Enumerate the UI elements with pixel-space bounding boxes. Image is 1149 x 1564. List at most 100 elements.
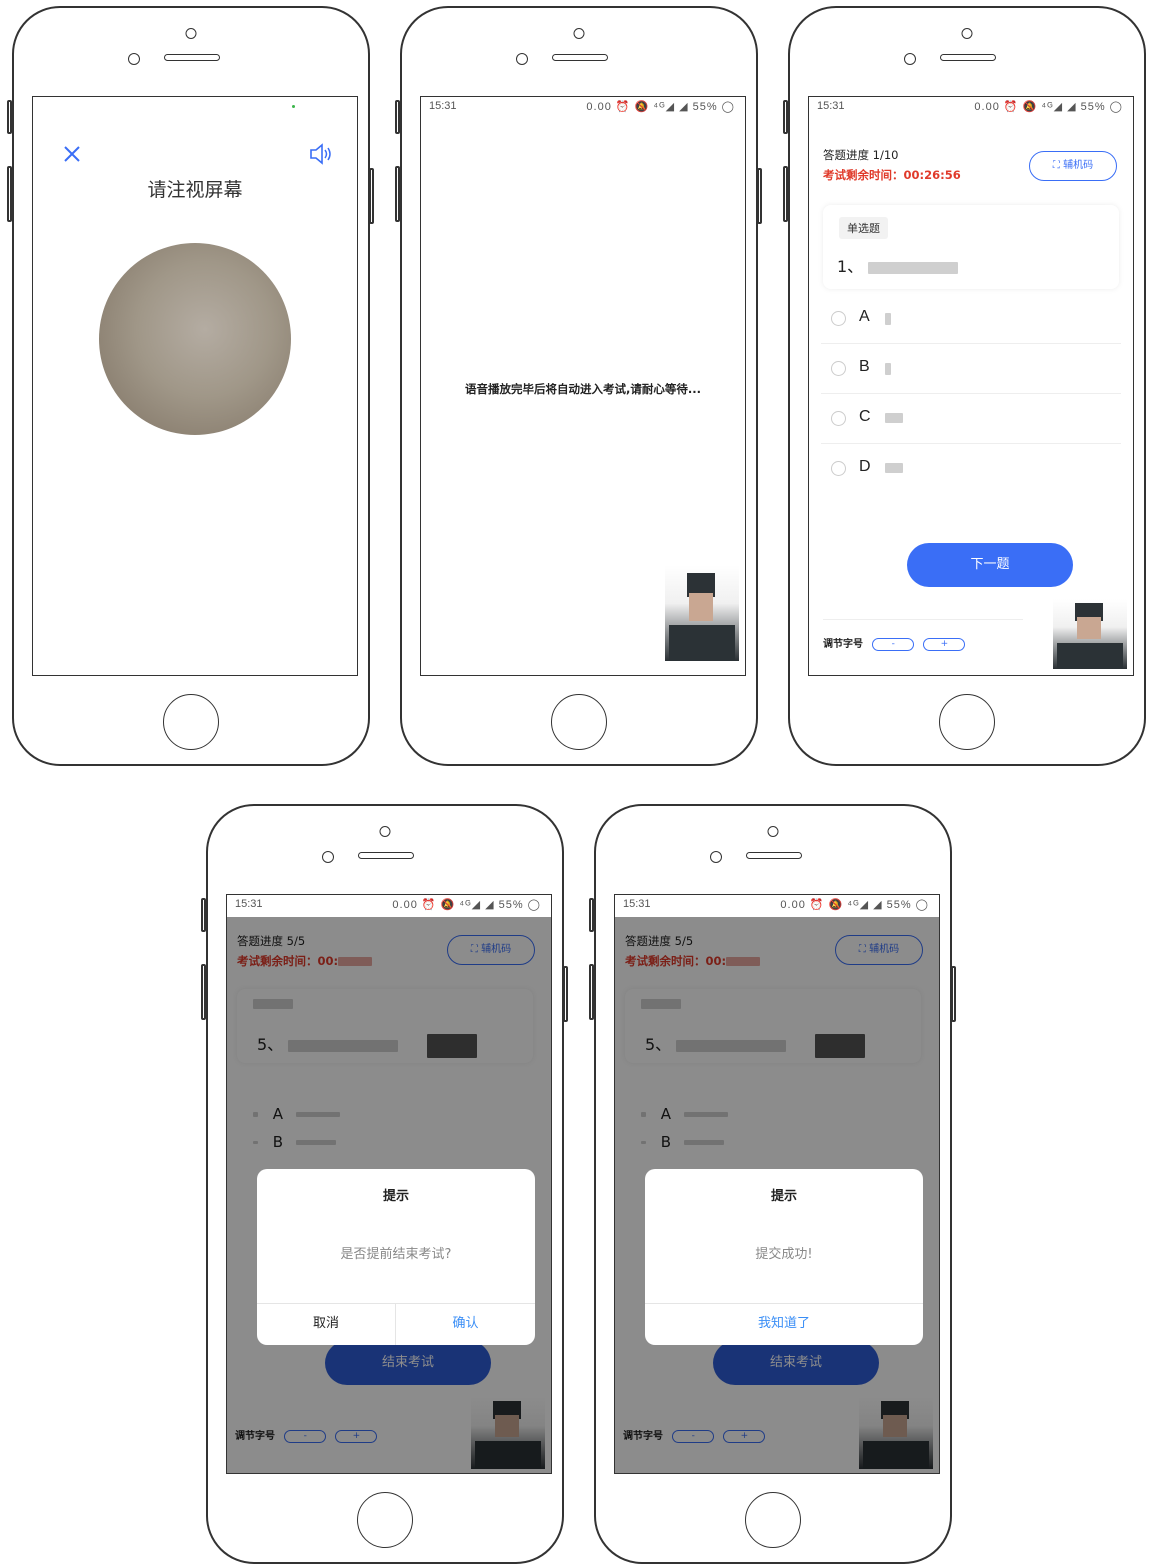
radio-icon[interactable] xyxy=(831,311,846,326)
status-bar: 15:31 0.00 ⏰ 🔕 ⁴ᴳ◢ ◢ 55% ◯ xyxy=(421,97,745,119)
font-size-label: 调节字号 xyxy=(823,639,863,650)
speaker-grille xyxy=(746,852,802,859)
webcam-thumbnail xyxy=(665,565,739,661)
status-bar: 15:31 0.00 ⏰ 🔕 ⁴ᴳ◢ ◢ 55% ◯ xyxy=(809,97,1133,119)
webcam-thumbnail xyxy=(1053,599,1127,669)
speaker-grille xyxy=(164,54,220,61)
speaker-grille xyxy=(358,852,414,859)
side-button xyxy=(395,100,400,134)
option-b[interactable]: B xyxy=(821,345,1121,394)
sensor-icon xyxy=(128,53,140,65)
home-button[interactable] xyxy=(745,1492,801,1548)
cancel-button[interactable]: 取消 xyxy=(257,1304,396,1345)
status-time: 15:31 xyxy=(429,100,457,112)
option-label: C xyxy=(859,408,871,425)
status-bar: 15:31 0.00 ⏰ 🔕 ⁴ᴳ◢ ◢ 55% ◯ xyxy=(227,895,551,917)
side-button xyxy=(589,964,594,1020)
option-label: A xyxy=(859,308,870,325)
status-time: 15:31 xyxy=(817,100,845,112)
phone-frame-1: 请注视屏幕 xyxy=(7,6,374,766)
screen-end-confirm: 15:31 0.00 ⏰ 🔕 ⁴ᴳ◢ ◢ 55% ◯ 答题进度 5/5 考试剩余… xyxy=(226,894,552,1474)
camera-preview xyxy=(99,243,291,435)
side-button xyxy=(7,166,12,222)
radio-icon[interactable] xyxy=(831,411,846,426)
question-text: 1、 xyxy=(837,253,959,277)
volume-icon[interactable] xyxy=(307,141,333,167)
sensor-icon xyxy=(516,53,528,65)
speaker-grille xyxy=(940,54,996,61)
dialog-message: 提交成功! xyxy=(755,1247,813,1262)
phone-frame-4: 15:31 0.00 ⏰ 🔕 ⁴ᴳ◢ ◢ 55% ◯ 答题进度 5/5 考试剩余… xyxy=(201,804,568,1564)
front-camera-icon xyxy=(767,826,779,837)
side-button xyxy=(757,168,762,224)
side-button xyxy=(201,898,206,932)
dialog-title: 提示 xyxy=(770,1189,797,1204)
option-label: D xyxy=(859,458,871,475)
question-number: 1、 xyxy=(837,257,864,276)
question-type-badge: 单选题 xyxy=(839,217,888,239)
status-icons: 0.00 ⏰ 🔕 ⁴ᴳ◢ ◢ 55% ◯ xyxy=(392,899,541,911)
side-button xyxy=(563,966,568,1022)
side-button xyxy=(951,966,956,1022)
side-button xyxy=(589,898,594,932)
dialog-buttons: 取消 确认 xyxy=(257,1303,535,1345)
status-icons: 0.00 ⏰ 🔕 ⁴ᴳ◢ ◢ 55% ◯ xyxy=(780,899,929,911)
side-button xyxy=(783,166,788,222)
sensor-icon xyxy=(904,53,916,65)
status-bar: 15:31 0.00 ⏰ 🔕 ⁴ᴳ◢ ◢ 55% ◯ xyxy=(615,895,939,917)
screen-question: 15:31 0.00 ⏰ 🔕 ⁴ᴳ◢ ◢ 55% ◯ 答题进度 1/10 考试剩… xyxy=(808,96,1134,676)
status-icons: 0.00 ⏰ 🔕 ⁴ᴳ◢ ◢ 55% ◯ xyxy=(586,101,735,113)
front-camera-icon xyxy=(185,28,197,39)
option-a[interactable]: A xyxy=(821,295,1121,344)
home-button[interactable] xyxy=(163,694,219,750)
next-question-button[interactable]: 下一题 xyxy=(907,543,1073,587)
radio-icon[interactable] xyxy=(831,361,846,376)
dialog-title: 提示 xyxy=(382,1189,409,1204)
question-card: 单选题 1、 xyxy=(823,205,1119,289)
option-d[interactable]: D xyxy=(821,445,1121,493)
home-button[interactable] xyxy=(551,694,607,750)
option-c[interactable]: C xyxy=(821,395,1121,444)
home-button[interactable] xyxy=(939,694,995,750)
screen-face-verify: 请注视屏幕 xyxy=(32,96,358,676)
waiting-message: 语音播放完毕后将自动进入考试,请耐心等待... xyxy=(465,382,701,396)
status-icons: 0.00 ⏰ 🔕 ⁴ᴳ◢ ◢ 55% ◯ xyxy=(974,101,1123,113)
dialog-message: 是否提前结束考试? xyxy=(340,1247,452,1262)
status-time: 15:31 xyxy=(623,898,651,910)
success-dialog: 提示 提交成功! 我知道了 xyxy=(645,1169,923,1345)
option-label: B xyxy=(859,358,870,375)
confirm-dialog: 提示 是否提前结束考试? 取消 确认 xyxy=(257,1169,535,1345)
side-button xyxy=(7,100,12,134)
front-camera-icon xyxy=(573,28,585,39)
front-camera-icon xyxy=(379,826,391,837)
close-icon[interactable] xyxy=(61,143,83,165)
phone-frame-3: 15:31 0.00 ⏰ 🔕 ⁴ᴳ◢ ◢ 55% ◯ 答题进度 1/10 考试剩… xyxy=(783,6,1146,766)
side-button xyxy=(201,964,206,1020)
divider xyxy=(823,619,1023,620)
camera-indicator-dot xyxy=(292,105,295,108)
side-button xyxy=(369,168,374,224)
dialog-buttons: 我知道了 xyxy=(645,1303,923,1345)
radio-icon[interactable] xyxy=(831,461,846,476)
phone-frame-2: 15:31 0.00 ⏰ 🔕 ⁴ᴳ◢ ◢ 55% ◯ 语音播放完毕后将自动进入考… xyxy=(395,6,762,766)
speaker-grille xyxy=(552,54,608,61)
phone-frame-5: 15:31 0.00 ⏰ 🔕 ⁴ᴳ◢ ◢ 55% ◯ 答题进度 5/5 考试剩余… xyxy=(589,804,956,1564)
side-button xyxy=(395,166,400,222)
front-camera-icon xyxy=(961,28,973,39)
confirm-button[interactable]: 确认 xyxy=(396,1304,535,1345)
status-time: 15:31 xyxy=(235,898,263,910)
screen-waiting: 15:31 0.00 ⏰ 🔕 ⁴ᴳ◢ ◢ 55% ◯ 语音播放完毕后将自动进入考… xyxy=(420,96,746,676)
font-size-control: 调节字号 - + xyxy=(823,635,966,651)
side-button xyxy=(783,100,788,134)
screen-submit-success: 15:31 0.00 ⏰ 🔕 ⁴ᴳ◢ ◢ 55% ◯ 答题进度 5/5 考试剩余… xyxy=(614,894,940,1474)
remaining-time: 考试剩余时间：00:26:56 xyxy=(823,168,961,182)
font-increase-button[interactable]: + xyxy=(923,637,966,651)
aux-code-button[interactable]: ⛶ 辅机码 xyxy=(1029,151,1117,181)
answer-progress: 答题进度 1/10 xyxy=(823,148,899,162)
font-decrease-button[interactable]: - xyxy=(872,637,915,651)
sensor-icon xyxy=(710,851,722,863)
acknowledge-button[interactable]: 我知道了 xyxy=(645,1304,923,1345)
home-button[interactable] xyxy=(357,1492,413,1548)
sensor-icon xyxy=(322,851,334,863)
page-title: 请注视屏幕 xyxy=(147,179,243,201)
